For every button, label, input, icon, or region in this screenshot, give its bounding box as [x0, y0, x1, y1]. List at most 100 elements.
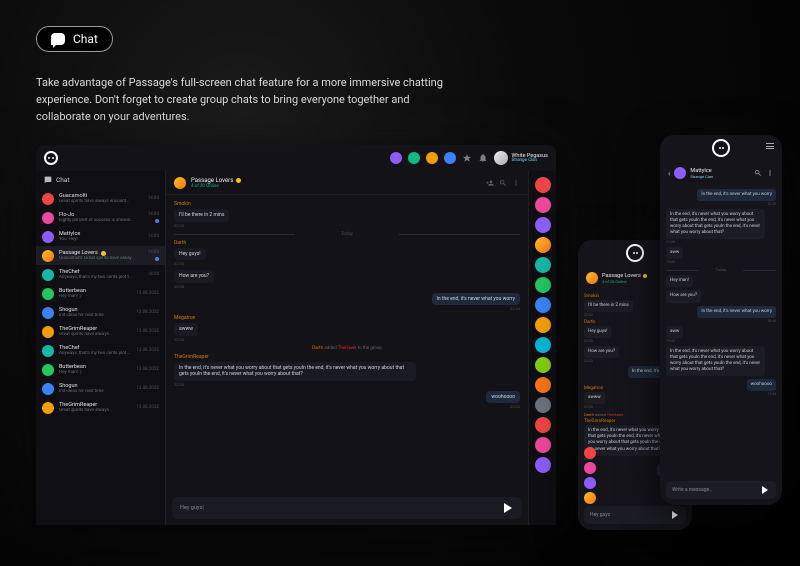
member-avatar[interactable]	[535, 257, 551, 273]
message-time: 22:03	[174, 223, 520, 228]
message-own[interactable]: In the end, it's never what you worry22:…	[174, 293, 520, 312]
search-icon[interactable]	[499, 179, 507, 187]
message-incoming[interactable]: How are you?	[666, 290, 776, 302]
message-incoming[interactable]: In the end, it's never what you worry ab…	[666, 209, 776, 244]
members-rail	[528, 171, 556, 525]
chat-list-row[interactable]: TheGrimReaperGreat spirits have always…1…	[36, 398, 165, 417]
chat-list-row[interactable]: ShogunInit ideas for next time13.08.2022	[36, 379, 165, 398]
avatar	[42, 269, 54, 281]
more-icon[interactable]	[766, 169, 774, 177]
message-incoming[interactable]: aww19:45	[666, 247, 776, 264]
chat-avatar	[174, 177, 186, 189]
topbar-friend-avatar[interactable]	[426, 152, 438, 164]
message-time: 10:45	[666, 319, 776, 323]
chat-list-row[interactable]: ShogunInit ideas for next time13.08.2022	[36, 303, 165, 322]
system-event: Darth added TheHawk to the group	[174, 346, 520, 351]
message-input[interactable]: Hey guys|	[172, 497, 522, 519]
member-avatar[interactable]	[535, 337, 551, 353]
avatar	[674, 167, 686, 179]
send-icon[interactable]	[672, 511, 682, 519]
member-avatar[interactable]	[535, 357, 551, 373]
chat-row-time: 13.08.2022	[136, 386, 159, 391]
message-incoming[interactable]: aww19:45	[666, 326, 776, 343]
passage-logo-icon[interactable]	[44, 151, 58, 165]
message-scroll[interactable]: SmokinI'll be there in 2 mins22:03TodayD…	[166, 195, 528, 491]
sidebar-heading: Chat	[36, 171, 165, 189]
message-own[interactable]: In the end, it's never what you worry10:…	[666, 306, 776, 323]
chat-list-row[interactable]: GuacamoltiGreat spirits have always enco…	[36, 189, 165, 208]
message-text: In the end, it's never what you worry	[701, 192, 772, 198]
member-avatar[interactable]	[584, 447, 596, 459]
message-time: 12:04	[666, 392, 776, 396]
chat-list-row[interactable]: TheGrimReaperGreat spirits have always…1…	[36, 322, 165, 341]
message-text: woohoooo	[751, 382, 772, 388]
chat-list-row[interactable]: TheChefAnyways, that's my two cents plot…	[36, 265, 165, 284]
member-avatar[interactable]	[535, 397, 551, 413]
search-icon[interactable]	[754, 169, 762, 177]
passage-logo-icon[interactable]	[626, 244, 644, 262]
back-icon[interactable]: ‹	[668, 169, 670, 178]
chat-list-row[interactable]: Flo-JoEighty percent of success is showi…	[36, 208, 165, 227]
message-input[interactable]: Write a message…	[666, 481, 776, 499]
send-icon[interactable]	[504, 503, 517, 513]
member-avatar[interactable]	[535, 217, 551, 233]
chat-row-preview: Init ideas for next time	[59, 313, 131, 318]
chat-list-row[interactable]: Passage LoversGuacamolti: Great spirits …	[36, 246, 165, 265]
chat-pill-label: Chat	[73, 32, 98, 46]
message-own[interactable]: In the end, it's never what you worry10:…	[666, 189, 776, 206]
message-incoming[interactable]: Hey man!	[666, 275, 776, 287]
add-user-icon[interactable]	[486, 179, 494, 187]
topbar-friend-avatar[interactable]	[390, 152, 402, 164]
send-icon[interactable]	[762, 486, 772, 494]
message-time: 22:03	[174, 404, 520, 409]
sidebar-title: Chat	[56, 176, 69, 184]
message-own[interactable]: woohoooo 12:04	[666, 379, 776, 396]
member-avatar[interactable]	[535, 237, 551, 253]
message-incoming[interactable]: Megatronawww22:03	[174, 315, 520, 342]
avatar	[42, 288, 54, 300]
passage-logo-icon[interactable]	[712, 139, 730, 157]
chat-list-row[interactable]: ButterbeanHey man! :)13.08.2022	[36, 360, 165, 379]
member-avatar[interactable]	[584, 492, 596, 504]
member-avatar[interactable]	[535, 197, 551, 213]
member-avatar[interactable]	[535, 417, 551, 433]
message-text: woohoooo	[491, 394, 515, 401]
topbar-friend-avatar[interactable]	[444, 152, 456, 164]
chat-row-preview: Anyways, that's my two cents plot t…	[59, 351, 131, 356]
chat-row-time: 13.08.2022	[136, 348, 159, 353]
topbar-friend-avatar[interactable]	[408, 152, 420, 164]
message-own[interactable]: woohoooo 22:03	[174, 391, 520, 410]
member-avatar[interactable]	[584, 462, 596, 474]
chat-row-time: 14:04	[148, 272, 159, 277]
member-avatar[interactable]	[535, 457, 551, 473]
star-icon[interactable]	[462, 153, 472, 163]
bell-icon[interactable]	[478, 153, 488, 163]
chat-list-row[interactable]: MattyIceYou: Hey!14:04	[36, 227, 165, 246]
message-incoming[interactable]: DarthHey guys!22:03	[174, 240, 520, 267]
current-user-badge[interactable]: White Pegasus Strange Clan	[494, 151, 548, 165]
avatar	[42, 231, 54, 243]
member-avatar[interactable]	[535, 297, 551, 313]
member-avatar[interactable]	[535, 317, 551, 333]
chat-panel: Passage Lovers 4 of 20 Online SmokinI'll…	[166, 171, 528, 525]
chat-list-row[interactable]: TheChefAnyways, that's my two cents plot…	[36, 341, 165, 360]
message-input[interactable]: Hey guys	[584, 506, 686, 524]
message-incoming[interactable]: SmokinI'll be there in 2 mins22:03	[174, 201, 520, 228]
chat-title: Passage Lovers	[602, 273, 641, 279]
member-avatar[interactable]	[535, 277, 551, 293]
member-avatar[interactable]	[584, 477, 596, 489]
message-incoming[interactable]: How are you?22:03	[174, 270, 520, 289]
message-incoming[interactable]: In the end, it's never what you worry ab…	[666, 346, 776, 376]
phone-chat-dm: ‹ MattyIce Strange Clan In the end, it's…	[660, 135, 782, 505]
member-avatar[interactable]	[535, 177, 551, 193]
avatar	[42, 364, 54, 376]
message-scroll[interactable]: In the end, it's never what you worry 10:…	[660, 185, 782, 476]
member-avatar[interactable]	[535, 437, 551, 453]
avatar	[42, 345, 54, 357]
member-avatar[interactable]	[535, 377, 551, 393]
message-incoming[interactable]: TheGrimReaperIn the end, it's never what…	[174, 354, 520, 387]
message-time: 22:03	[174, 284, 520, 289]
more-icon[interactable]	[512, 179, 520, 187]
chat-list-row[interactable]: ButterbeanHey man! :)13.08.2022	[36, 284, 165, 303]
menu-icon[interactable]	[766, 143, 774, 149]
